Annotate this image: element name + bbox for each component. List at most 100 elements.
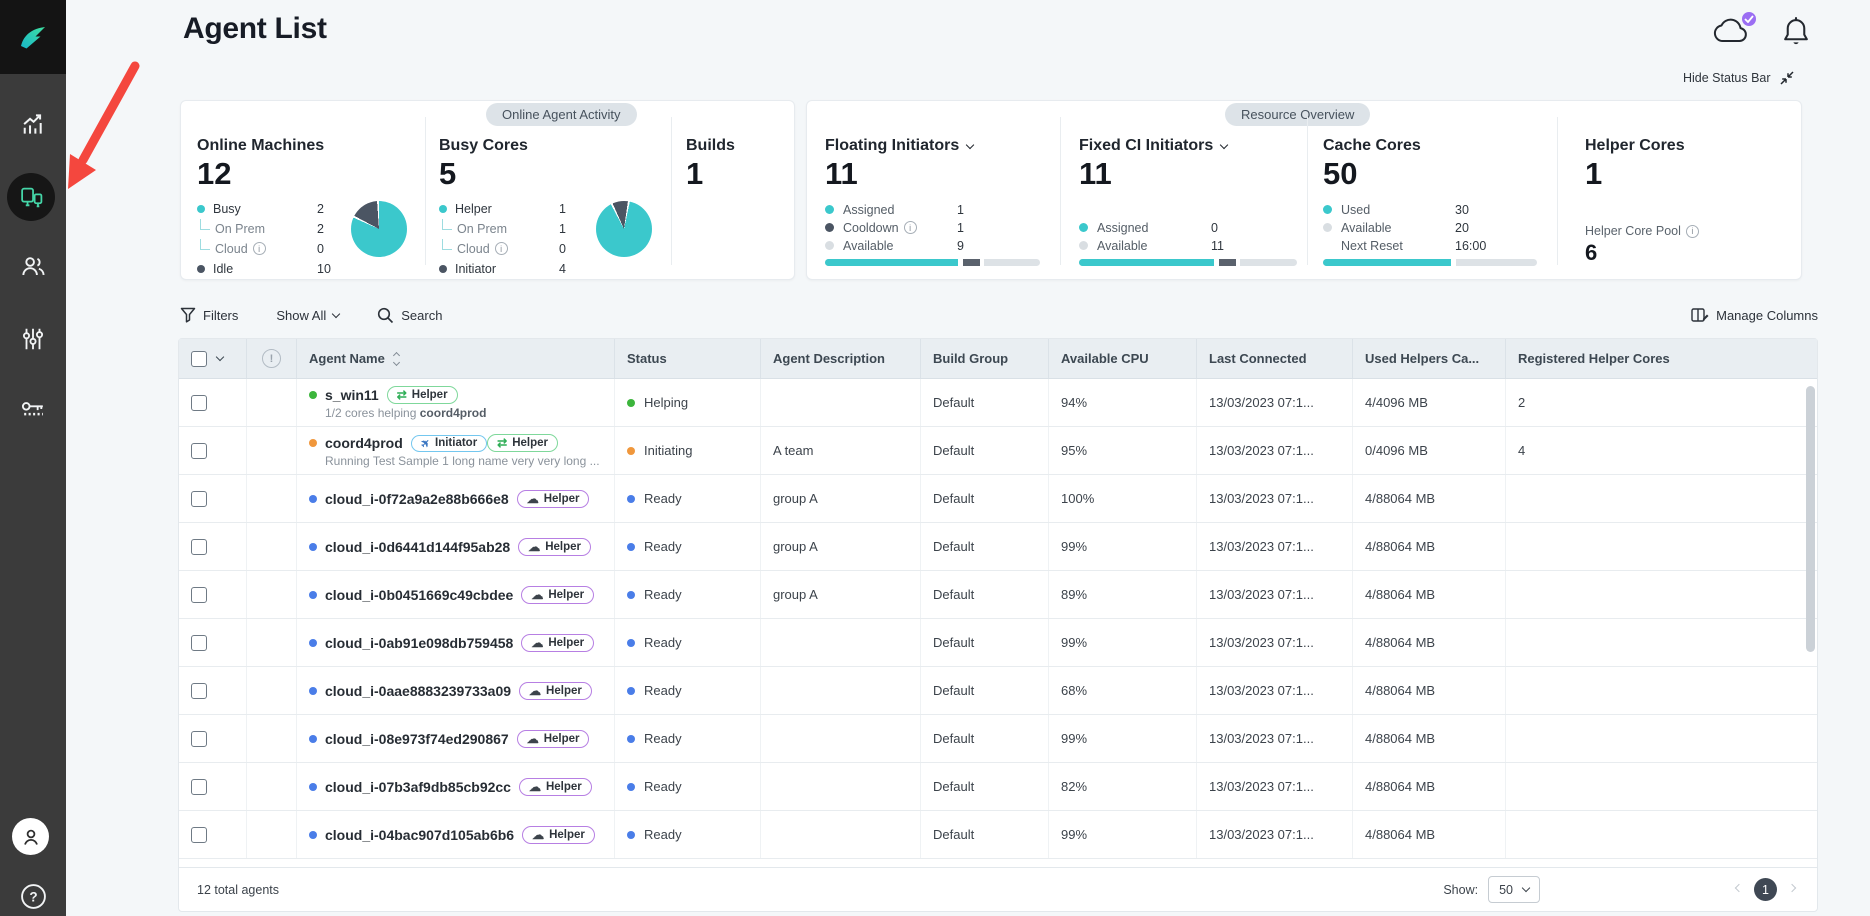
- info-icon[interactable]: i: [1686, 225, 1699, 238]
- used-helpers-cell: 4/88064 MB: [1353, 715, 1506, 762]
- row-checkbox[interactable]: [191, 731, 207, 747]
- table-row[interactable]: cloud_i-07b3af9db85cb92cc ☁Helper Ready …: [179, 763, 1817, 811]
- registered-cores-cell: 4: [1506, 427, 1817, 474]
- table-row[interactable]: cloud_i-0d6441d144f95ab28 ☁Helper Ready …: [179, 523, 1817, 571]
- busy-cores-value: 5: [439, 158, 667, 191]
- sidebar-item-agents-active[interactable]: [7, 173, 55, 221]
- cloud-badge: ☁Helper: [517, 490, 590, 508]
- agent-name: cloud_i-07b3af9db85cb92cc: [325, 779, 511, 795]
- legend-dot: [1079, 241, 1088, 250]
- hide-status-bar-button[interactable]: Hide Status Bar: [1683, 70, 1795, 86]
- manage-columns-button[interactable]: Manage Columns: [1691, 307, 1818, 323]
- cloud-status-button[interactable]: [1712, 16, 1752, 51]
- status-dot: [627, 495, 635, 503]
- registered-cores-cell: [1506, 523, 1817, 570]
- sidebar: ?: [0, 0, 66, 916]
- table-row[interactable]: cloud_i-0f72a9a2e88b666e8 ☁Helper Ready …: [179, 475, 1817, 523]
- status-dot: [627, 591, 635, 599]
- question-mark-icon: ?: [20, 883, 47, 910]
- agent-badges: ⇄Helper: [387, 386, 458, 404]
- agent-badges: ☁Helper: [519, 682, 592, 700]
- fixed-ci-initiators-value: 11: [1079, 158, 1299, 191]
- info-icon[interactable]: i: [253, 242, 266, 255]
- available-cpu-cell: 94%: [1049, 379, 1197, 426]
- registered-cores-cell: [1506, 475, 1817, 522]
- sidebar-item-users[interactable]: [0, 253, 66, 280]
- row-alert-cell: [247, 475, 297, 522]
- build-group-cell: Default: [921, 571, 1049, 618]
- next-page-button[interactable]: [1788, 884, 1796, 892]
- registered-cores-cell: [1506, 811, 1817, 858]
- cloud-icon: ☁: [531, 588, 543, 602]
- app-logo[interactable]: [0, 0, 66, 74]
- row-checkbox[interactable]: [191, 443, 207, 459]
- row-select-cell: [179, 475, 247, 522]
- floating-initiators-dropdown[interactable]: Floating Initiators: [825, 137, 1043, 155]
- used-helpers-cell: 4/88064 MB: [1353, 667, 1506, 714]
- sidebar-item-dashboard[interactable]: [0, 110, 66, 136]
- page-size-select[interactable]: 50: [1488, 876, 1540, 903]
- sidebar-item-settings[interactable]: [0, 326, 66, 352]
- current-page-button[interactable]: 1: [1754, 878, 1777, 901]
- table-row[interactable]: coord4prod ✈Initiator⇄Helper Running Tes…: [179, 427, 1817, 475]
- table-scrollbar-thumb[interactable]: [1806, 386, 1815, 652]
- row-checkbox[interactable]: [191, 539, 207, 555]
- agents-icon: [19, 185, 44, 210]
- filters-button[interactable]: Filters: [180, 307, 238, 323]
- info-icon[interactable]: i: [495, 242, 508, 255]
- status-label: Ready: [644, 779, 682, 794]
- row-checkbox[interactable]: [191, 395, 207, 411]
- status-dot: [627, 783, 635, 791]
- notifications-button[interactable]: [1782, 16, 1810, 52]
- header-build-group: Build Group: [921, 339, 1049, 378]
- row-checkbox[interactable]: [191, 635, 207, 651]
- build-group-cell: Default: [921, 811, 1049, 858]
- row-checkbox[interactable]: [191, 587, 207, 603]
- manage-columns-icon: [1691, 307, 1709, 323]
- agent-badges: ☁Helper: [521, 634, 594, 652]
- sidebar-item-license[interactable]: [0, 397, 66, 424]
- chevron-down-icon: [1522, 884, 1530, 892]
- status-label: Ready: [644, 683, 682, 698]
- show-all-dropdown[interactable]: Show All: [276, 308, 339, 323]
- table-row[interactable]: cloud_i-0ab91e098db759458 ☁Helper Ready …: [179, 619, 1817, 667]
- row-alert-cell: [247, 763, 297, 810]
- row-alert-cell: [247, 571, 297, 618]
- agent-description-cell: A team: [761, 427, 921, 474]
- table-row[interactable]: cloud_i-0aae8883239733a09 ☁Helper Ready …: [179, 667, 1817, 715]
- row-checkbox[interactable]: [191, 779, 207, 795]
- table-row[interactable]: cloud_i-08e973f74ed290867 ☁Helper Ready …: [179, 715, 1817, 763]
- table-row[interactable]: s_win11 ⇄Helper 1/2 cores helping coord4…: [179, 379, 1817, 427]
- table-toolbar: Filters Show All Search Manage Columns: [178, 300, 1818, 330]
- info-icon[interactable]: i: [904, 221, 917, 234]
- agent-badges: ☁Helper: [519, 778, 592, 796]
- search-input[interactable]: Search: [377, 307, 442, 324]
- table-row[interactable]: cloud_i-04bac907d105ab6b6 ☁Helper Ready …: [179, 811, 1817, 859]
- header-agent-name[interactable]: Agent Name: [297, 339, 615, 378]
- row-checkbox[interactable]: [191, 827, 207, 843]
- status-label: Ready: [644, 827, 682, 842]
- table-row[interactable]: cloud_i-0b0451669c49cbdee ☁Helper Ready …: [179, 571, 1817, 619]
- row-checkbox[interactable]: [191, 683, 207, 699]
- person-icon: [20, 826, 42, 848]
- help-button[interactable]: ?: [0, 883, 66, 910]
- fixed-ci-initiators-dropdown[interactable]: Fixed CI Initiators: [1079, 137, 1299, 155]
- annotation-arrow: [55, 58, 150, 203]
- legend-spacer: [1323, 241, 1332, 250]
- helper-core-pool-label: Helper Core Pooli: [1585, 224, 1699, 238]
- last-connected-cell: 13/03/2023 07:1...: [1197, 715, 1353, 762]
- select-all-checkbox[interactable]: [191, 351, 207, 367]
- status-dot: [627, 543, 635, 551]
- agent-status-dot: [309, 543, 317, 551]
- status-label: Ready: [644, 635, 682, 650]
- select-options-chevron[interactable]: [216, 353, 224, 361]
- sort-icon[interactable]: [394, 353, 399, 365]
- agent-description-cell: [761, 715, 921, 762]
- agent-name: cloud_i-0d6441d144f95ab28: [325, 539, 510, 555]
- helper-badge: ⇄Helper: [487, 434, 558, 452]
- available-cpu-cell: 99%: [1049, 619, 1197, 666]
- user-avatar[interactable]: [12, 818, 49, 855]
- row-checkbox[interactable]: [191, 491, 207, 507]
- previous-page-button[interactable]: [1735, 884, 1743, 892]
- build-group-cell: Default: [921, 667, 1049, 714]
